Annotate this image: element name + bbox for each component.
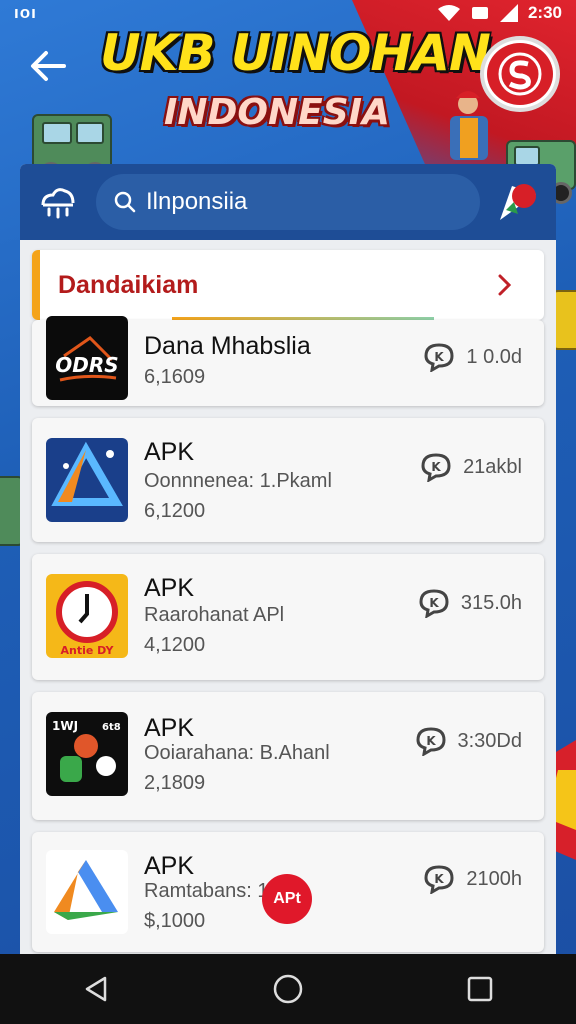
app-icon-text-2: 6t8	[102, 722, 121, 733]
app-size: $,1000	[144, 910, 206, 932]
app-size: 6,1609	[144, 366, 206, 388]
app-list-item[interactable]: APK Ramtabans: 1 $,1000 APt K 2100h	[32, 832, 544, 952]
app-size: 4,1200	[144, 634, 206, 656]
back-triangle-icon	[85, 976, 107, 1002]
app-list-item[interactable]: Antie DY APK Raarohanat APl 4,1200 K 315…	[32, 554, 544, 680]
app-list-item[interactable]: ODRS Dana Mhabslia 6,1609 K 1 0.0d	[32, 316, 544, 406]
app-rating-value: 315.0h	[460, 591, 522, 614]
app-icon-drive	[46, 850, 128, 934]
wifi-icon	[437, 5, 460, 21]
chat-icon: K	[424, 343, 454, 372]
app-icon-text: Antie DY	[61, 644, 115, 657]
search-bar[interactable]	[96, 174, 480, 230]
system-nav-bar	[0, 954, 576, 1024]
app-subtitle: Ooiarahana: B.Ahanl	[144, 742, 330, 764]
app-icon-triangle	[46, 438, 128, 522]
search-icon	[114, 191, 136, 213]
apk-badge: APt	[262, 874, 312, 924]
app-rating: K 1 0.0d	[422, 342, 522, 372]
app-list: ODRS Dana Mhabslia 6,1609 K 1 0.0d APK O…	[20, 316, 556, 952]
chat-icon: K	[424, 865, 454, 894]
app-icon-text: 1WJ	[52, 719, 78, 733]
app-rating: K 315.0h	[417, 588, 522, 618]
app-icon-clock: Antie DY	[46, 574, 128, 658]
svg-text:K: K	[431, 460, 441, 474]
brand-logo	[480, 36, 560, 112]
svg-text:K: K	[435, 872, 445, 886]
search-input[interactable]	[146, 188, 462, 216]
signal-icon	[499, 4, 518, 22]
chat-icon: K	[415, 727, 446, 756]
chat-icon: K	[421, 453, 451, 482]
svg-text:K: K	[435, 350, 445, 364]
app-rating: K 21akbl	[419, 452, 522, 482]
back-arrow-icon[interactable]	[28, 48, 68, 84]
app-icon-cartoon: 1WJ 6t8	[46, 712, 128, 796]
brand-s-icon	[498, 52, 542, 96]
notification-icon	[471, 7, 488, 19]
app-rating-value: 21akbl	[463, 455, 522, 478]
category-header[interactable]: Dandaikiam	[32, 250, 544, 320]
app-list-item[interactable]: 1WJ 6t8 APK Ooiarahana: B.Ahanl 2,1809 K…	[32, 692, 544, 820]
app-name: APK	[144, 438, 195, 466]
category-label: Dandaikiam	[58, 270, 199, 299]
status-bar: ıoı 2:30	[0, 0, 576, 26]
chat-icon: K	[419, 589, 449, 618]
app-size: 6,1200	[144, 500, 206, 522]
app-size: 2,1809	[144, 772, 206, 794]
header-title-line1: UKB UINOHAN	[100, 24, 491, 82]
app-rating-value: 1 0.0d	[466, 345, 522, 368]
app-toolbar	[20, 164, 556, 240]
region-flag-button[interactable]	[494, 178, 542, 226]
chevron-right-icon	[498, 274, 512, 296]
app-name: APK	[144, 714, 195, 742]
main-panel: Dandaikiam ODRS Dana Mhabslia 6,1609 K 1…	[20, 164, 556, 964]
header-title-line2: INDONESIA	[164, 92, 390, 133]
status-left-text: ıoı	[14, 3, 37, 22]
app-rating: K 3:30Dd	[414, 726, 523, 756]
app-rating: K 2100h	[422, 864, 522, 894]
app-rating-value: 2100h	[466, 867, 522, 890]
menu-button[interactable]	[34, 180, 82, 224]
home-circle-icon	[273, 974, 303, 1004]
app-list-item[interactable]: APK Oonnnenea: 1.Pkaml 6,1200 K 21akbl	[32, 418, 544, 542]
app-name: APK	[144, 574, 195, 602]
app-name: APK	[144, 852, 195, 880]
recents-square-icon	[467, 976, 493, 1002]
svg-text:K: K	[429, 596, 439, 610]
app-subtitle: Ramtabans: 1	[144, 880, 269, 902]
app-name: Dana Mhabslia	[144, 332, 311, 360]
app-subtitle: Raarohanat APl	[144, 604, 285, 626]
nav-home-button[interactable]	[258, 959, 318, 1019]
app-icon-text: ODRS	[55, 353, 118, 377]
nav-back-button[interactable]	[66, 959, 126, 1019]
app-icon-odrs: ODRS	[46, 316, 128, 400]
flag-icon	[500, 184, 536, 220]
svg-text:K: K	[426, 734, 436, 748]
app-subtitle: Oonnnenea: 1.Pkaml	[144, 470, 332, 492]
status-time: 2:30	[527, 3, 562, 22]
cloud-download-icon	[41, 188, 75, 219]
nav-recents-button[interactable]	[450, 959, 510, 1019]
app-rating-value: 3:30Dd	[457, 729, 523, 752]
worker-illustration	[450, 91, 488, 160]
